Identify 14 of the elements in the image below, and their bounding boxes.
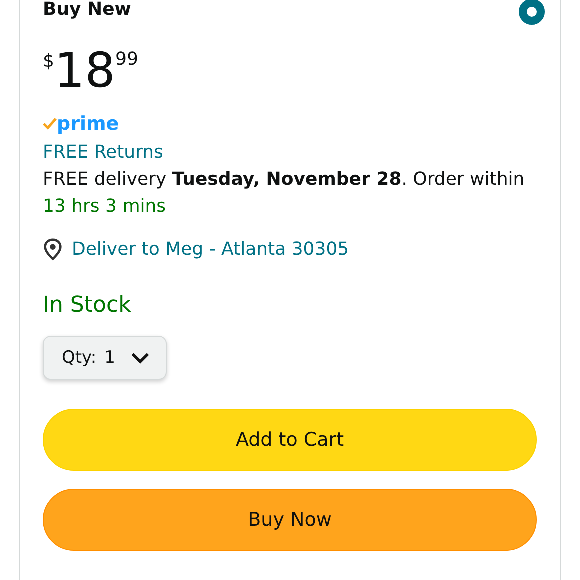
add-to-cart-button[interactable]: Add to Cart xyxy=(43,409,537,471)
quantity-dropdown[interactable]: Qty: 1 xyxy=(43,336,168,380)
buy-now-button[interactable]: Buy Now xyxy=(43,489,537,551)
prime-logo: prime xyxy=(57,113,120,135)
radio-button[interactable] xyxy=(519,0,545,25)
caret-icon xyxy=(131,352,150,364)
countdown-text: 13 hrs 3 mins xyxy=(43,195,166,219)
deliver-to-link[interactable]: Deliver to Meg - Atlanta 30305 xyxy=(72,236,350,263)
location-pin-icon xyxy=(43,238,63,261)
stock-status: In Stock xyxy=(43,293,132,318)
checkmark-icon xyxy=(43,118,57,130)
returns-link[interactable]: FREE Returns xyxy=(43,139,164,166)
delivery-text: FREE delivery Tuesday, November 28. Order within xyxy=(43,168,525,192)
offer-title: Buy New xyxy=(43,0,132,20)
